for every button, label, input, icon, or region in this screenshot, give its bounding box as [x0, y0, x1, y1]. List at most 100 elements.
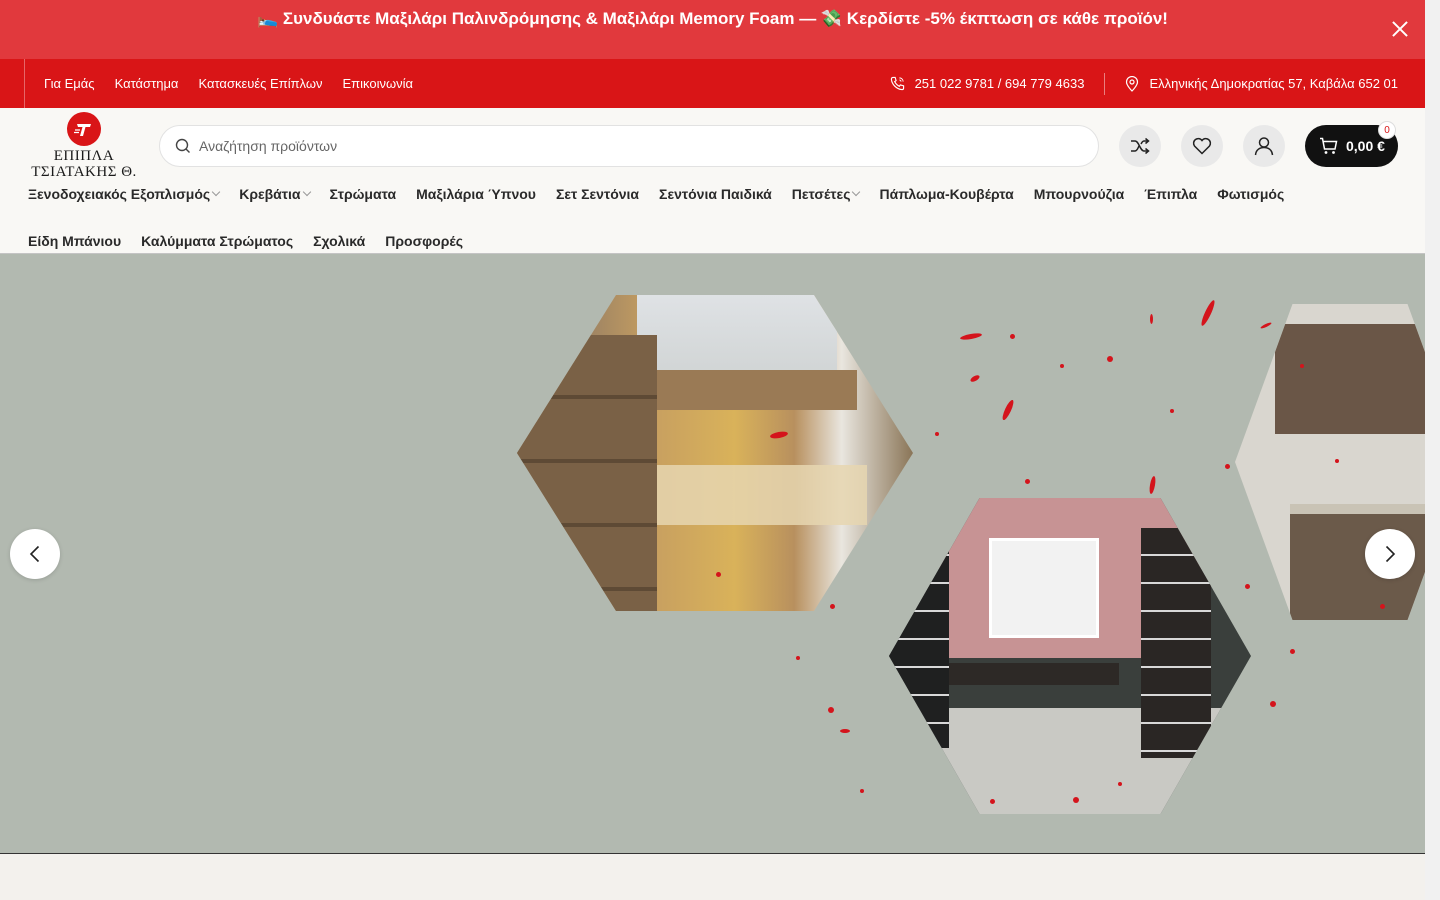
topbar-link-about[interactable]: Για Εμάς [44, 76, 95, 91]
search-bar [159, 125, 1099, 167]
paint-splatter [828, 707, 834, 713]
nav-label: Είδη Μπάνιου [28, 233, 122, 249]
image-detail [989, 538, 1099, 638]
page-scrollbar[interactable] [1425, 0, 1440, 900]
nav-label: Στρώματα [329, 186, 397, 202]
topbar-contact-info: 251 022 9781 / 694 779 4633 Ελληνικής Δη… [890, 59, 1398, 108]
paint-splatter [1073, 797, 1079, 803]
chevron-right-icon [1385, 545, 1396, 563]
nav-label: Κρεβάτια [239, 186, 301, 202]
nav-item-bathrobes[interactable]: Μπουρνούζια [1034, 186, 1124, 202]
paint-splatter [1000, 398, 1016, 422]
nav-label: Έπιπλα [1144, 186, 1198, 202]
cart-total: 0,00 € [1346, 138, 1385, 154]
logo-mark-icon [67, 112, 101, 146]
paint-splatter [1060, 364, 1064, 368]
cart-count-badge: 0 [1378, 121, 1396, 139]
search-icon[interactable] [175, 138, 191, 154]
nav-item-mattresses[interactable]: Στρώματα [330, 186, 397, 202]
nav-item-pillows[interactable]: Μαξιλάρια Ύπνου [416, 186, 536, 202]
nav-label: Μαξιλάρια Ύπνου [416, 186, 536, 202]
hero-image-bunk-bed [517, 295, 913, 611]
topbar-link-shop[interactable]: Κατάστημα [115, 76, 179, 91]
nav-label: Καλύμματα Στρώματος [141, 233, 294, 249]
paint-splatter [1225, 464, 1230, 469]
nav-item-beds[interactable]: Κρεβάτια [239, 186, 311, 202]
image-detail [1275, 324, 1425, 434]
nav-item-furniture[interactable]: Έπιπλα [1144, 186, 1197, 202]
paint-splatter [840, 729, 850, 733]
slider-next-button[interactable] [1365, 529, 1415, 579]
nav-label: Σχολικά [313, 233, 366, 249]
location-pin-icon [1126, 75, 1139, 92]
nav-label: Πάπλωμα-Κουβέρτα [879, 186, 1014, 202]
nav-item-hotel-equipment[interactable]: Ξενοδοχειακός Εξοπλισμός [28, 186, 221, 202]
phone-info[interactable]: 251 022 9781 / 694 779 4633 [890, 76, 1085, 91]
image-detail [517, 335, 657, 611]
paint-splatter [1290, 649, 1295, 654]
paint-splatter [935, 432, 939, 436]
paint-splatter [1300, 364, 1304, 368]
nav-label: Πετσέτες [791, 186, 851, 202]
site-logo[interactable]: ΕΠΙΠΛΑ ΤΣΙΑΤΑΚΗΣ Θ. [28, 112, 140, 180]
nav-label: Προσφορές [385, 233, 463, 249]
nav-item-towels[interactable]: Πετσέτες [791, 186, 861, 202]
promo-text: 🛌 Συνδυάστε Μαξιλάρι Παλινδρόμησης & Μαξ… [257, 9, 1168, 28]
phone-text: 251 022 9781 / 694 779 4633 [914, 76, 1085, 91]
logo-line2: ΤΣΙΑΤΑΚΗΣ Θ. [31, 164, 137, 180]
image-detail [647, 465, 867, 525]
paint-splatter [830, 604, 835, 609]
topbar-links: Για Εμάς Κατάστημα Κατασκευές Επίπλων Επ… [24, 59, 433, 108]
shuffle-icon [1131, 137, 1150, 155]
close-icon[interactable] [1391, 20, 1409, 38]
compare-button[interactable] [1119, 125, 1161, 167]
image-detail [1141, 528, 1211, 758]
phone-icon [890, 76, 904, 91]
promo-bar: 🛌 Συνδυάστε Μαξιλάρι Παλινδρόμησης & Μαξ… [0, 0, 1425, 59]
main-nav-row2: Είδη Μπάνιου Καλύμματα Στρώματος Σχολικά… [28, 233, 483, 249]
account-button[interactable] [1243, 125, 1285, 167]
chevron-down-icon [852, 187, 861, 197]
image-detail [889, 528, 949, 748]
topbar-link-contact[interactable]: Επικοινωνία [343, 76, 414, 91]
nav-item-sheet-sets[interactable]: Σετ Σεντόνια [556, 186, 639, 202]
nav-item-bath[interactable]: Είδη Μπάνιου [28, 233, 121, 249]
slider-prev-button[interactable] [10, 529, 60, 579]
paint-splatter [860, 789, 864, 793]
chevron-down-icon [302, 187, 311, 197]
address-text: Ελληνικής Δημοκρατίας 57, Καβάλα 652 01 [1149, 76, 1398, 91]
paint-splatter [1270, 701, 1276, 707]
nav-label: Μπουρνούζια [1033, 186, 1125, 202]
paint-splatter [959, 332, 983, 341]
nav-item-kids-sheets[interactable]: Σεντόνια Παιδικά [659, 186, 772, 202]
paint-splatter [796, 656, 800, 660]
paint-splatter [1170, 409, 1174, 413]
nav-item-offers[interactable]: Προσφορές [385, 233, 463, 249]
paint-splatter [1148, 475, 1157, 495]
nav-item-school[interactable]: Σχολικά [313, 233, 365, 249]
logo-line1: ΕΠΙΠΛΑ [53, 148, 115, 164]
nav-item-lighting[interactable]: Φωτισμός [1217, 186, 1284, 202]
hero-image-office-room [889, 498, 1251, 814]
nav-label: Σεντόνια Παιδικά [659, 186, 772, 202]
nav-item-duvets[interactable]: Πάπλωμα-Κουβέρτα [879, 186, 1013, 202]
paint-splatter [969, 373, 981, 384]
wishlist-button[interactable] [1181, 125, 1223, 167]
address-info[interactable]: Ελληνικής Δημοκρατίας 57, Καβάλα 652 01 [1125, 75, 1398, 92]
main-nav-row1: Ξενοδοχειακός Εξοπλισμός Κρεβάτια Στρώμα… [28, 186, 1304, 202]
nav-label: Σετ Σεντόνια [555, 186, 640, 202]
paint-splatter [1118, 782, 1122, 786]
paint-splatter [1199, 299, 1217, 327]
paint-splatter [1150, 314, 1153, 324]
paint-splatter [1245, 584, 1250, 589]
paint-splatter [1259, 321, 1273, 330]
topbar-divider [1104, 72, 1106, 95]
nav-item-mattress-covers[interactable]: Καλύμματα Στρώματος [141, 233, 293, 249]
cart-icon [1320, 137, 1338, 154]
topbar-link-furniture[interactable]: Κατασκευές Επίπλων [198, 76, 322, 91]
search-input[interactable] [199, 138, 1079, 154]
hero-slider[interactable] [0, 254, 1425, 854]
paint-splatter [1335, 459, 1339, 463]
nav-label: Ξενοδοχειακός Εξοπλισμός [28, 186, 211, 202]
cart-button[interactable]: 0,00 € 0 [1305, 121, 1398, 167]
